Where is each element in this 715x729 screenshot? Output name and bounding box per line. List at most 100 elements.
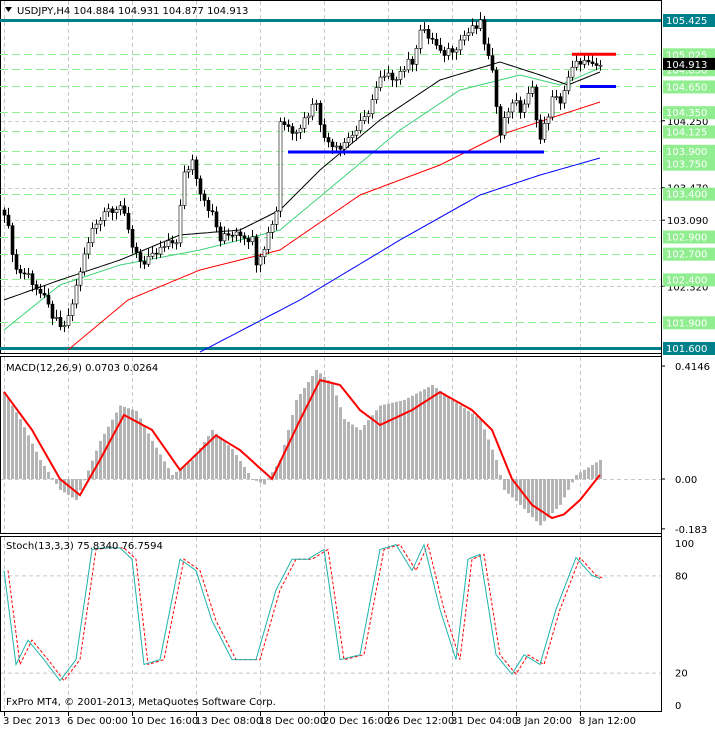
candle-bearish [586, 60, 591, 63]
candle-bearish [486, 43, 491, 56]
macd-histogram-bar [195, 453, 198, 479]
macd-histogram-bar [483, 429, 486, 479]
candle-bullish [222, 233, 227, 242]
candle-bullish [334, 145, 339, 148]
candle-bullish [258, 256, 263, 266]
macd-histogram-bar [323, 376, 326, 479]
candle-bearish [226, 233, 231, 236]
level-label: 103.900 [666, 147, 707, 158]
candle-bullish [506, 111, 511, 118]
macd-axis-label: -0.183 [675, 525, 707, 536]
macd-histogram-bar [371, 415, 374, 479]
macd-histogram-bar [39, 459, 42, 479]
macd-histogram-bar [7, 398, 10, 479]
candle-bearish [282, 121, 287, 125]
macd-histogram-bar [43, 465, 46, 479]
macd-histogram-bar [3, 391, 6, 479]
candle-bullish [150, 252, 155, 257]
candle-bullish [350, 134, 355, 138]
macd-histogram-bar [343, 419, 346, 479]
macd-histogram-bar [319, 373, 322, 479]
macd-histogram-bar [147, 433, 150, 479]
candle-bearish [482, 19, 487, 45]
candle-bullish [374, 87, 379, 100]
macd-histogram-bar [223, 441, 226, 479]
candle-bullish [414, 48, 419, 65]
candle-bullish [66, 315, 71, 326]
candle-bullish [270, 224, 275, 233]
level-label: 101.900 [666, 318, 707, 329]
candle-bullish [306, 115, 311, 119]
macd-histogram-bar [175, 471, 178, 479]
macd-histogram-bar [299, 393, 302, 479]
candle-bullish [522, 103, 527, 113]
macd-histogram-bar [227, 445, 230, 479]
candle-bullish [382, 75, 387, 78]
candle-bullish [90, 228, 95, 244]
chart-window[interactable]: 3 Dec 2013 6 Dec 00:00 10 Dec 16:0013 Dec … [0, 0, 715, 729]
macd-histogram-bar [251, 479, 254, 480]
macd-histogram-bar [27, 435, 30, 479]
candle-bearish [490, 55, 495, 71]
moving-average-green [3, 67, 601, 331]
macd-axis-label: 0.00 [675, 475, 697, 486]
macd-histogram-bar [351, 424, 354, 479]
level-label: 102.900 [666, 233, 707, 244]
candle-bullish [546, 116, 551, 124]
macd-histogram-bar [259, 479, 262, 483]
candle-bullish [386, 72, 391, 77]
candle-bearish [142, 261, 147, 265]
candle-bearish [590, 61, 595, 64]
candle-bullish [458, 39, 463, 51]
candle-bullish [502, 117, 507, 136]
candle-bearish [6, 214, 11, 226]
macd-histogram-bar [443, 393, 446, 479]
macd-histogram-bar [587, 467, 590, 479]
macd-histogram-bar [215, 433, 218, 479]
x-tick-label: 31 Dec 04:00 [451, 716, 518, 727]
candle-bearish [430, 37, 435, 40]
macd-histogram-bar [331, 383, 334, 479]
candle-bullish [266, 232, 271, 250]
candle-bearish [34, 284, 39, 290]
candle-bearish [498, 106, 503, 136]
candle-bullish [86, 242, 91, 255]
candle-bearish [218, 226, 223, 242]
macd-histogram-bar [79, 479, 82, 491]
macd-histogram-bar [527, 479, 530, 514]
macd-histogram-bar [487, 439, 490, 479]
macd-histogram-bar [103, 433, 106, 479]
macd-histogram-bar [23, 427, 26, 479]
candle-bullish [54, 317, 59, 319]
macd-histogram-bar [295, 399, 298, 479]
candle-bullish [314, 102, 319, 105]
macd-histogram-bar [19, 419, 22, 479]
macd-histogram-bar [191, 459, 194, 479]
candle-bullish [114, 209, 119, 213]
macd-histogram-bar [263, 479, 266, 485]
level-label: 103.750 [666, 160, 707, 171]
macd-histogram-bar [395, 401, 398, 479]
dropdown-arrow-icon [5, 7, 12, 12]
candle-bearish [206, 200, 211, 211]
x-tick-label: 6 Dec 00:00 [67, 716, 128, 727]
candle-bearish [42, 293, 47, 296]
candle-bullish [598, 64, 603, 67]
candle-bearish [318, 102, 323, 125]
candle-bullish [530, 86, 535, 94]
macd-histogram-bar [531, 479, 534, 518]
macd-histogram-bar [559, 479, 562, 505]
candle-bearish [154, 252, 159, 255]
candle-bearish [110, 208, 115, 213]
stoch-axis-label: 0 [675, 701, 681, 712]
candle-bullish [250, 236, 255, 243]
x-tick-label: 8 Jan 12:00 [579, 716, 636, 727]
moving-average-black [3, 61, 601, 301]
candle-bearish [578, 60, 583, 65]
candle-bearish [538, 119, 543, 140]
candle-bearish [338, 145, 343, 150]
macd-histogram-bar [31, 443, 34, 479]
macd-histogram-bar [431, 384, 434, 479]
macd-histogram-bar [111, 419, 114, 479]
candle-bullish [362, 116, 367, 121]
